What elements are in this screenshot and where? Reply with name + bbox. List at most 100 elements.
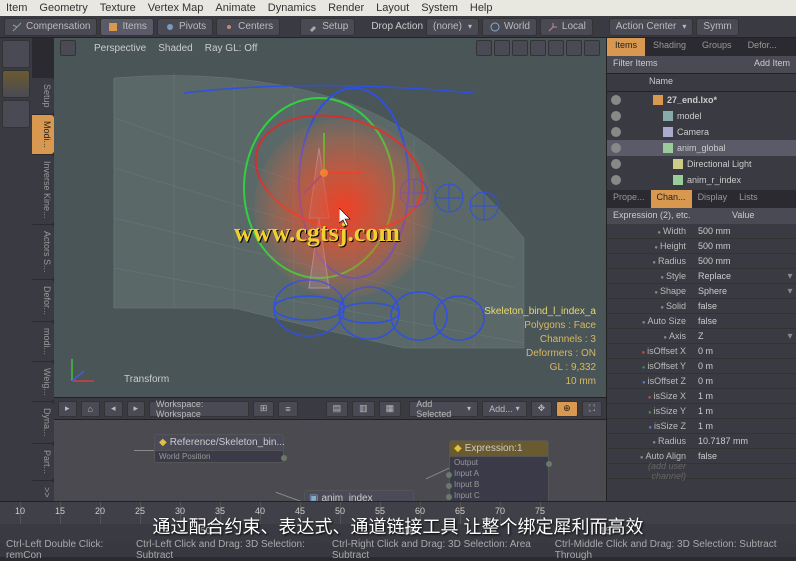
property-row[interactable]: Auto Sizefalse [607, 314, 796, 329]
tree-row[interactable]: model [607, 108, 796, 124]
tree-row[interactable]: anim_global [607, 140, 796, 156]
tab-items[interactable]: Items [607, 38, 645, 56]
ng-back-icon[interactable]: ◂ [104, 401, 123, 417]
tree-row[interactable]: Directional Light [607, 156, 796, 172]
menu-item[interactable]: Vertex Map [148, 2, 204, 14]
chevron-down-icon[interactable]: ▾ [784, 286, 796, 297]
prop-value[interactable]: Replace [692, 271, 784, 281]
ng-grid-icon[interactable]: ⊞ [253, 401, 275, 417]
raygl-label[interactable]: Ray GL: Off [205, 43, 258, 54]
filter-items-button[interactable]: Filter Items [607, 56, 702, 73]
prop-value[interactable]: 0 m [692, 361, 784, 371]
ng-fit-icon[interactable]: ⛶ [582, 401, 602, 417]
chevron-down-icon[interactable]: ▾ [784, 331, 796, 342]
node-port[interactable]: Input C [450, 490, 548, 501]
setup-button[interactable]: Setup [300, 18, 355, 36]
ng-opt-icon[interactable]: ▥ [352, 401, 375, 417]
ng-collapse-icon[interactable]: ▸ [58, 401, 77, 417]
prop-value[interactable]: false [692, 451, 784, 461]
property-row[interactable]: isOffset Z0 m [607, 374, 796, 389]
tool-button[interactable] [2, 70, 30, 98]
visibility-icon[interactable] [611, 143, 621, 153]
prop-value[interactable]: 1 m [692, 406, 784, 416]
add-node-button[interactable]: Add... [482, 401, 527, 417]
prop-value[interactable]: 10.7187 mm [692, 436, 784, 446]
workspace-select[interactable]: Workspace: Workspace [149, 401, 249, 417]
tab-display[interactable]: Display [692, 190, 734, 208]
tab-particles[interactable]: Part... [32, 444, 54, 480]
property-row[interactable]: isSize X1 m [607, 389, 796, 404]
property-row[interactable]: Radius500 mm [607, 254, 796, 269]
tab-channels[interactable]: Chan... [651, 190, 692, 208]
property-row[interactable]: (add user channel) [607, 464, 796, 479]
vp-options-icon[interactable] [566, 40, 582, 56]
visibility-icon[interactable] [611, 159, 621, 169]
menu-item[interactable]: Geometry [39, 2, 87, 14]
vp-max-icon[interactable] [548, 40, 564, 56]
tool-button[interactable] [2, 40, 30, 68]
tab-setup[interactable]: Setup [32, 78, 54, 114]
compensation-toggle[interactable]: Compensation [4, 18, 97, 36]
vp-layout-icon[interactable] [584, 40, 600, 56]
visibility-icon[interactable] [611, 127, 621, 137]
vp-orbit-icon[interactable] [476, 40, 492, 56]
tab-modifiers[interactable]: Modi... [32, 115, 54, 154]
prop-value[interactable]: Z [692, 331, 784, 341]
property-row[interactable]: Solidfalse [607, 299, 796, 314]
add-item-button[interactable]: Add Item [702, 56, 796, 73]
visibility-icon[interactable] [611, 95, 621, 105]
tab-shading[interactable]: Shading [645, 38, 694, 56]
visibility-icon[interactable] [611, 111, 621, 121]
node-port[interactable]: Input A [450, 468, 548, 479]
add-selected-button[interactable]: Add Selected [409, 401, 478, 417]
menu-item[interactable]: Animate [215, 2, 255, 14]
drop-action-select[interactable]: (none) [426, 18, 479, 36]
property-row[interactable]: ShapeSphere▾ [607, 284, 796, 299]
ng-fwd-icon[interactable]: ▸ [127, 401, 146, 417]
node-port[interactable]: Output [450, 457, 548, 468]
ng-home-icon[interactable]: ⌂ [81, 401, 100, 417]
property-row[interactable]: isOffset Y0 m [607, 359, 796, 374]
ng-opt-icon[interactable]: ▦ [379, 401, 402, 417]
node-port[interactable]: Input B [450, 479, 548, 490]
tab-deformers[interactable]: Defor... [32, 280, 54, 321]
prop-value[interactable]: 0 m [692, 376, 784, 386]
timeline-ruler[interactable]: 1015202530354045505560657075 [0, 502, 796, 524]
world-button[interactable]: World [482, 18, 537, 36]
node-reference[interactable]: ◆Reference/Skeleton_bin... World Positio… [154, 434, 284, 463]
ng-zoom-icon[interactable]: ⊕ [556, 401, 578, 417]
pivots-mode-button[interactable]: Pivots [157, 18, 213, 36]
chevron-down-icon[interactable]: ▾ [784, 271, 796, 282]
menu-item[interactable]: Render [328, 2, 364, 14]
tab-lists[interactable]: Lists [733, 190, 764, 208]
shading-mode-label[interactable]: Shaded [158, 43, 192, 54]
node-header[interactable]: ◆Expression:1 [450, 441, 548, 457]
prop-value[interactable]: 0 m [692, 346, 784, 356]
property-row[interactable]: StyleReplace▾ [607, 269, 796, 284]
menu-item[interactable]: System [421, 2, 458, 14]
ng-pan-icon[interactable]: ✥ [531, 401, 553, 417]
local-button[interactable]: Local [540, 18, 593, 36]
property-row[interactable]: Width500 mm [607, 224, 796, 239]
symmetry-button[interactable]: Symm [696, 18, 738, 36]
viewport-3d[interactable]: Perspective Shaded Ray GL: Off [54, 38, 606, 397]
action-center-select[interactable]: Action Center [609, 18, 694, 36]
menu-item[interactable]: Layout [376, 2, 409, 14]
menu-item[interactable]: Help [470, 2, 493, 14]
tab-properties[interactable]: Prope... [607, 190, 651, 208]
prop-value[interactable]: 1 m [692, 391, 784, 401]
prop-value[interactable]: 500 mm [692, 241, 784, 251]
property-row[interactable]: isSize Z1 m [607, 419, 796, 434]
tab-dynamics[interactable]: Dyna... [32, 402, 54, 443]
property-row[interactable]: AxisZ▾ [607, 329, 796, 344]
ng-list-icon[interactable]: ≡ [278, 401, 297, 417]
prop-value[interactable]: 500 mm [692, 256, 784, 266]
tree-row[interactable]: Camera [607, 124, 796, 140]
tab-actors[interactable]: Actors S... [32, 225, 54, 279]
centers-mode-button[interactable]: Centers [216, 18, 280, 36]
visibility-icon[interactable] [611, 175, 621, 185]
tab-weight[interactable]: Weig... [32, 362, 54, 402]
prop-value[interactable]: Sphere [692, 286, 784, 296]
tab-modi[interactable]: modi... [32, 322, 54, 361]
property-row[interactable]: isOffset X0 m [607, 344, 796, 359]
